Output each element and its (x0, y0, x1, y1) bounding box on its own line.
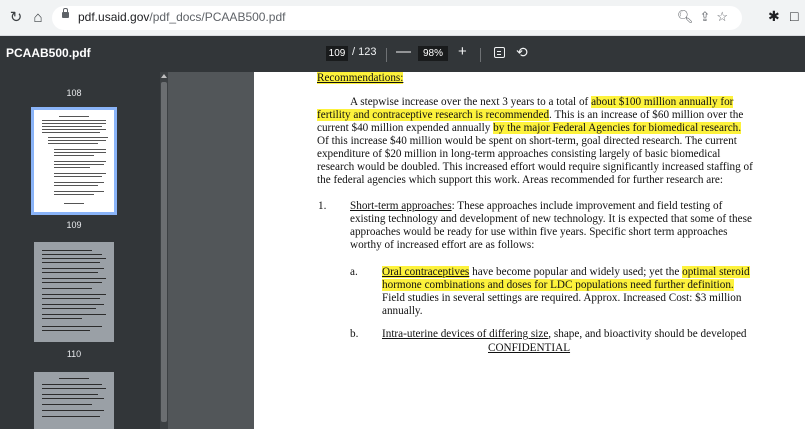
sublist-item-line: Oral contraceptives have become popular … (382, 266, 750, 278)
paragraph-line: fertility and contraceptive research is … (317, 109, 744, 121)
thumbnail-111[interactable] (34, 372, 114, 429)
sublist-item-line: Field studies in several settings are re… (382, 292, 742, 304)
document-title: PCAAB500.pdf (6, 46, 91, 60)
list-item-line: existing technology and development of n… (350, 213, 752, 225)
scroll-up-arrow-icon[interactable] (161, 74, 167, 78)
list-item-line: worthy of increased effort are as follow… (350, 239, 535, 251)
zoom-icon[interactable]: 🔍︎ (677, 9, 700, 24)
page-number-input[interactable]: 109 (326, 46, 348, 61)
address-bar[interactable]: pdf.usaid.gov/pdf_docs/PCAAB500.pdf 🔍︎⇪☆ (52, 6, 742, 30)
extensions-icon[interactable]: ✱ (768, 8, 780, 25)
section-heading: Recommendations: (317, 72, 404, 84)
paragraph-line: expenditure of $20 million in long-term … (317, 148, 721, 160)
fit-to-page-icon[interactable] (494, 47, 505, 58)
viewer-background (168, 72, 254, 429)
thumbnail-label-109: 109 (66, 220, 82, 230)
sublist-item-line: Intra-uterine devices of differing size,… (382, 328, 747, 340)
toolbar-divider (386, 48, 387, 62)
sidebar-scroll-thumb[interactable] (161, 82, 167, 422)
paragraph-line: current $40 million expended annually by… (317, 122, 742, 134)
sublist-item-line: hormone combinations and doses for LDC p… (382, 279, 734, 291)
pdf-page: Recommendations: A stepwise increase ove… (254, 72, 805, 429)
thumbnail-109[interactable] (31, 107, 117, 215)
url-text: pdf.usaid.gov/pdf_docs/PCAAB500.pdf (78, 10, 286, 24)
paragraph-line: the federal agencies which support this … (317, 174, 723, 186)
paragraph-line: research would be doubled. This increase… (317, 161, 753, 173)
bookmark-star-icon[interactable]: ☆ (716, 9, 734, 24)
browser-toolbar: ↻ ⌂ pdf.usaid.gov/pdf_docs/PCAAB500.pdf … (0, 0, 805, 36)
list-item-line: approaches would be ready for use within… (350, 226, 728, 238)
reload-icon[interactable]: ↻ (6, 8, 26, 28)
list-letter: b. (350, 328, 359, 340)
home-icon[interactable]: ⌂ (28, 8, 48, 28)
rotate-icon[interactable]: ⟲ (516, 44, 528, 61)
zoom-input[interactable]: 98% (418, 46, 448, 61)
page-total: / 123 (352, 46, 377, 58)
toolbar-divider (480, 48, 481, 62)
side-panel-icon[interactable]: □ (790, 8, 798, 24)
sublist-item-line: annually. (382, 305, 423, 317)
thumbnail-sidebar: 108 109 110 (0, 72, 160, 429)
list-number: 1. (318, 200, 327, 212)
zoom-out-button[interactable]: — (396, 43, 411, 60)
thumbnail-110[interactable] (34, 242, 114, 342)
share-icon[interactable]: ⇪ (699, 9, 716, 24)
list-item-line: Short-term approaches: These approaches … (350, 200, 723, 212)
thumbnail-label-110: 110 (66, 349, 82, 359)
list-letter: a. (350, 266, 358, 278)
paragraph-line: Of this increase $40 million would be sp… (317, 135, 737, 147)
paragraph-line: A stepwise increase over the next 3 year… (350, 96, 734, 108)
confidential-footer: CONFIDENTIAL (488, 342, 571, 354)
zoom-in-button[interactable]: + (458, 43, 467, 60)
pdf-toolbar: PCAAB500.pdf 109 / 123 — 98% + ⟲ (0, 36, 805, 72)
thumbnail-label-108: 108 (66, 88, 82, 98)
lock-icon (62, 8, 69, 18)
